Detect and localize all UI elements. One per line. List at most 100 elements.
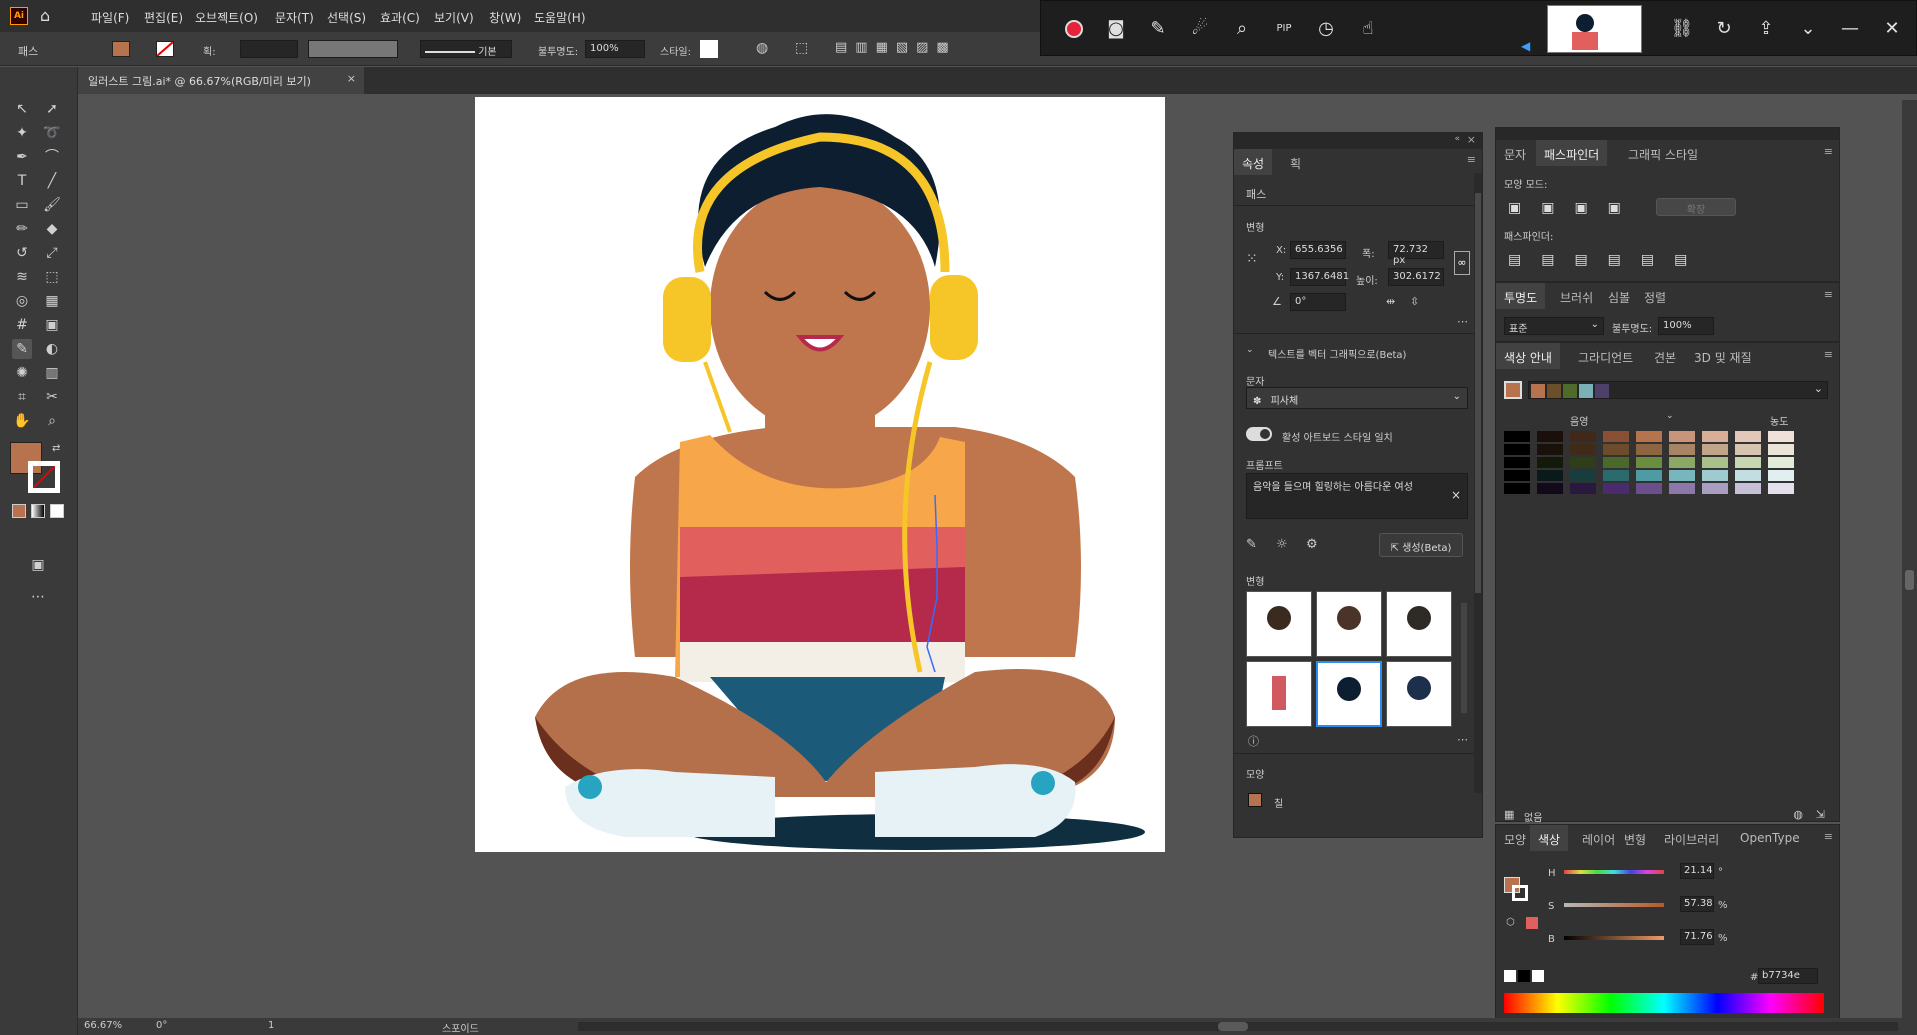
limit-color-icon[interactable]: ◍	[1793, 808, 1803, 821]
highlight-icon[interactable]: ☄	[1187, 16, 1213, 42]
color-guide-swatch[interactable]	[1636, 444, 1662, 455]
brightness-slider[interactable]	[1564, 936, 1664, 940]
width-tool-icon[interactable]: ≋	[12, 267, 32, 287]
hex-field[interactable]: b7734e	[1758, 968, 1818, 984]
transparency-menu-icon[interactable]: ≡	[1824, 288, 1833, 301]
color-guide-swatch[interactable]	[1504, 470, 1530, 481]
eraser-tool-icon[interactable]: ◆	[42, 219, 62, 239]
variable-width-field[interactable]	[308, 40, 398, 58]
transparency-opacity-field[interactable]: 100%	[1658, 317, 1714, 335]
constrain-link-icon[interactable]: ∞	[1454, 251, 1470, 275]
color-guide-swatch[interactable]	[1504, 444, 1530, 455]
color-guide-swatch[interactable]	[1735, 431, 1761, 442]
tab-opentype[interactable]: OpenType	[1732, 825, 1808, 851]
tab-character[interactable]: 문자	[1496, 140, 1534, 166]
tab-gradient[interactable]: 그라디언트	[1570, 343, 1641, 369]
color-guide-swatch[interactable]	[1669, 483, 1695, 494]
zoom-region-icon[interactable]: ⌕	[1229, 16, 1255, 42]
out-of-gamut-icon[interactable]: ⬡	[1506, 917, 1515, 928]
record-icon[interactable]	[1061, 16, 1087, 42]
rotation-value[interactable]: 0°	[156, 1020, 167, 1031]
h-field[interactable]: 21.14	[1680, 863, 1714, 879]
color-guide-swatch[interactable]	[1702, 431, 1728, 442]
shape-builder-tool-icon[interactable]: ◎	[12, 291, 32, 311]
color-guide-swatch[interactable]	[1735, 457, 1761, 468]
color-guide-swatch[interactable]	[1702, 457, 1728, 468]
prompt-input[interactable]: 음악을 들으며 힐링하는 아름다운 여성 ×	[1246, 473, 1468, 519]
harmony-swatch[interactable]	[1595, 384, 1609, 398]
stroke-swatch[interactable]	[156, 41, 174, 57]
b-field[interactable]: 71.76	[1680, 929, 1714, 945]
align-icons[interactable]: ▤▥▦▧▨▩	[835, 40, 1035, 58]
harmony-swatch[interactable]	[1547, 384, 1561, 398]
pen-tool-icon[interactable]: ✒	[12, 147, 32, 167]
color-guide-swatch[interactable]	[1735, 470, 1761, 481]
y-field[interactable]: 1367.6481	[1290, 268, 1349, 286]
color-guide-swatch[interactable]	[1669, 457, 1695, 468]
rectangle-tool-icon[interactable]: ▭	[12, 195, 32, 215]
color-guide-swatch[interactable]	[1537, 483, 1563, 494]
x-field[interactable]: 655.6356	[1290, 241, 1346, 259]
workspace-scrollbar[interactable]	[1902, 100, 1917, 1018]
appearance-fill-swatch[interactable]	[1248, 793, 1262, 807]
tab-transform[interactable]: 변형	[1616, 825, 1654, 851]
hue-slider[interactable]	[1564, 870, 1664, 874]
recorder-preview-thumbnail[interactable]	[1547, 5, 1642, 53]
color-guide-swatch[interactable]	[1768, 483, 1794, 494]
color-guide-swatch[interactable]	[1570, 457, 1596, 468]
document-tab[interactable]: 일러스트 그림.ai* @ 66.67%(RGB/미리 보기) ×	[78, 67, 364, 94]
pencil-tool-icon[interactable]: ✏	[12, 219, 32, 239]
tab-symbols[interactable]: 심볼	[1600, 283, 1638, 309]
fill-swatch[interactable]	[112, 41, 130, 57]
color-guide-swatch[interactable]	[1603, 470, 1629, 481]
blend-mode-dropdown[interactable]: 표준 ⌄	[1504, 317, 1604, 335]
generate-button[interactable]: ⇱ 생성(Beta)	[1379, 533, 1463, 557]
color-guide-swatch[interactable]	[1570, 470, 1596, 481]
color-guide-swatch[interactable]	[1768, 444, 1794, 455]
menu-object[interactable]: 오브젝트(O)	[195, 9, 258, 26]
tab-libraries[interactable]: 라이브러리	[1656, 825, 1727, 851]
variation-thumb-1[interactable]	[1246, 591, 1312, 657]
color-guide-swatch[interactable]	[1636, 470, 1662, 481]
color-guide-swatch[interactable]	[1537, 457, 1563, 468]
perspective-tool-icon[interactable]: ▦	[42, 291, 62, 311]
s-field[interactable]: 57.38	[1680, 896, 1714, 912]
artboard-number[interactable]: 1	[268, 1020, 274, 1031]
variation-thumb-3[interactable]	[1386, 591, 1452, 657]
harmony-swatch[interactable]	[1579, 384, 1593, 398]
more-tools-icon[interactable]: ⋯	[28, 587, 48, 607]
close-recorder-icon[interactable]: ✕	[1879, 16, 1905, 42]
tab-stroke[interactable]: 획	[1282, 149, 1309, 175]
menu-effect[interactable]: 효과(C)	[380, 9, 420, 26]
color-spectrum[interactable]	[1504, 993, 1824, 1013]
color-guide-swatch[interactable]	[1603, 483, 1629, 494]
variation-thumb-5[interactable]	[1316, 661, 1382, 727]
idea-icon[interactable]: ☼	[1276, 537, 1288, 552]
curvature-tool-icon[interactable]: ⌒	[42, 147, 62, 167]
variation-thumb-2[interactable]	[1316, 591, 1382, 657]
color-guide-menu-icon[interactable]: ≡	[1824, 348, 1833, 361]
color-guide-swatch[interactable]	[1735, 444, 1761, 455]
variations-more-icon[interactable]: ⋯	[1457, 733, 1468, 746]
shape-mode-icons[interactable]: ▣▣▣▣	[1508, 200, 1641, 216]
tab-color-guide[interactable]: 색상 안내	[1496, 343, 1560, 369]
tab-align[interactable]: 정렬	[1636, 283, 1674, 309]
artboard[interactable]	[475, 97, 1165, 852]
horizontal-scrollbar[interactable]	[578, 1022, 1898, 1031]
none-color-button[interactable]	[1504, 970, 1516, 982]
color-guide-swatch[interactable]	[1702, 483, 1728, 494]
base-color-swatch[interactable]	[1504, 381, 1522, 399]
menu-view[interactable]: 보기(V)	[434, 9, 474, 26]
artboard-tool-icon[interactable]: ⌗	[12, 387, 32, 407]
selection-tool-icon[interactable]: ↖	[12, 99, 32, 119]
type-tool-icon[interactable]: T	[12, 171, 32, 191]
zoom-level[interactable]: 66.67%	[84, 1020, 122, 1031]
style-swatch[interactable]	[700, 40, 718, 58]
minimize-icon[interactable]: —	[1837, 16, 1863, 42]
color-guide-swatch[interactable]	[1735, 483, 1761, 494]
color-guide-swatch[interactable]	[1636, 483, 1662, 494]
panel-close-icon[interactable]: ×	[1467, 133, 1476, 146]
pathfinder-menu-icon[interactable]: ≡	[1824, 145, 1833, 158]
mesh-tool-icon[interactable]: #	[12, 315, 32, 335]
width-field[interactable]: 72.732 px	[1388, 241, 1444, 266]
